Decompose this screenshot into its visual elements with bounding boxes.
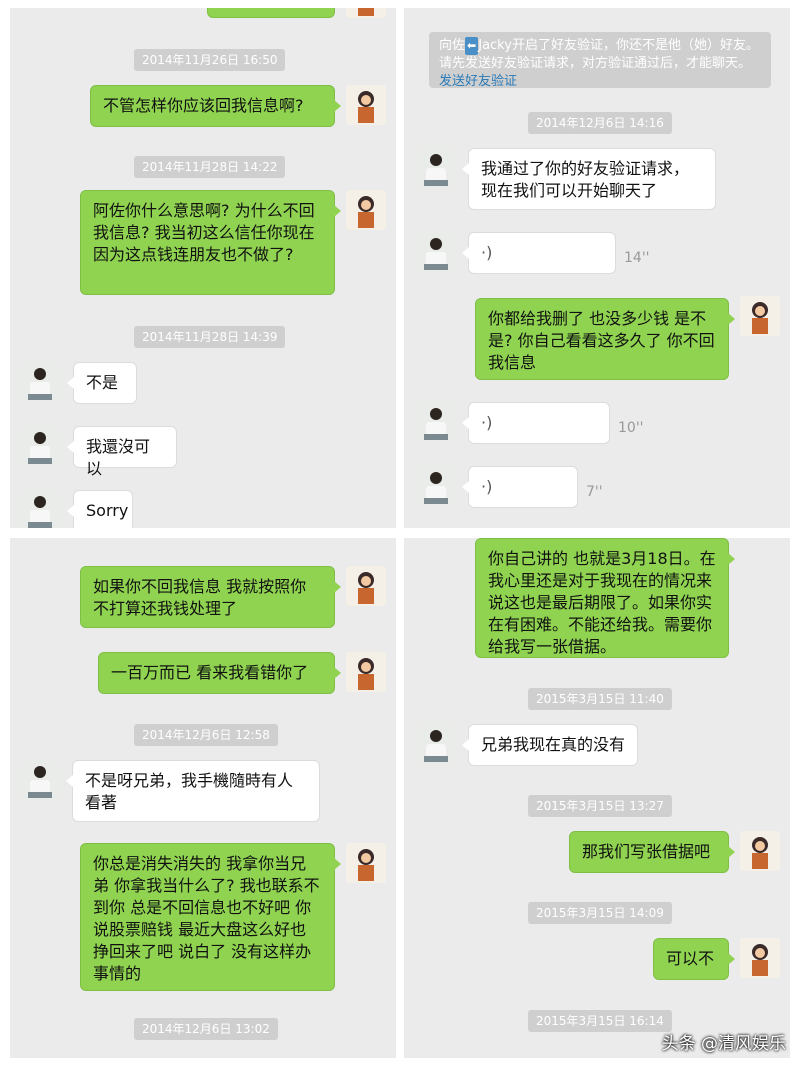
self-avatar[interactable]	[346, 85, 386, 125]
self-avatar[interactable]	[346, 652, 386, 692]
watermark: 头条 @清风娱乐	[661, 1034, 786, 1054]
self-avatar[interactable]	[346, 843, 386, 883]
self-avatar[interactable]	[346, 8, 386, 18]
sent-message[interactable]: 可以不	[653, 938, 735, 980]
contact-avatar[interactable]	[416, 466, 456, 506]
contact-avatar[interactable]	[20, 426, 60, 466]
sent-message[interactable]: 你总是消失消失的 我拿你当兄弟 你拿我当什么了? 我也联系不到你 总是不回信息也…	[80, 843, 341, 991]
timestamp: 2015年3月15日 14:09	[528, 902, 672, 924]
contact-avatar[interactable]	[20, 362, 60, 402]
timestamp: 2015年3月15日 16:14	[528, 1010, 672, 1032]
chat-panel-bottom-left: 如果你不回我信息 我就按照你不打算还我钱处理了 一百万而已 看来我看错你了 20…	[10, 538, 396, 1058]
chat-panel-top-right: 向佐 ⬅ Jacky开启了好友验证，你还不是他（她）好友。请先发送好友验证请求，对方…	[404, 8, 790, 528]
self-avatar[interactable]	[740, 938, 780, 978]
send-verification-link[interactable]: 发送好友验证	[439, 74, 517, 89]
sent-message[interactable]: 你都给我删了 也没多少钱 是不是? 你自己看看这多久了 你不回我信息	[475, 298, 735, 380]
voice-wave-icon: ·)	[481, 413, 493, 432]
self-avatar[interactable]	[740, 831, 780, 871]
received-message[interactable]: 我通过了你的好友验证请求，现在我们可以开始聊天了	[462, 148, 716, 210]
voice-message[interactable]: ·)	[462, 466, 578, 508]
self-avatar[interactable]	[346, 566, 386, 606]
voice-wave-icon: ·)	[481, 243, 493, 262]
received-message[interactable]: 我還沒可以	[67, 426, 177, 478]
voice-duration: 7''	[586, 484, 603, 500]
timestamp: 2014年11月28日 14:39	[134, 326, 286, 348]
notice-name: Jacky	[478, 38, 512, 53]
chat-panel-bottom-right: 你自己讲的 也就是3月18日。在我心里还是对于我现在的情况来说这也是最后期限了。…	[404, 538, 790, 1058]
sent-message[interactable]: 你自己讲的 也就是3月18日。在我心里还是对于我现在的情况来说这也是最后期限了。…	[475, 538, 735, 658]
sent-message[interactable]: 一百万而已 看来我看错你了	[98, 652, 341, 694]
contact-avatar[interactable]	[20, 760, 60, 800]
voice-message[interactable]: ·)	[462, 402, 610, 444]
timestamp: 2014年11月28日 14:22	[134, 156, 286, 178]
timestamp: 2014年12月6日 14:16	[528, 112, 672, 134]
timestamp: 2014年12月6日 13:02	[134, 1018, 278, 1040]
timestamp: 2014年12月6日 12:58	[134, 724, 278, 746]
contact-avatar[interactable]	[416, 232, 456, 272]
self-avatar[interactable]	[740, 296, 780, 336]
notice-pre: 向佐	[439, 38, 466, 53]
chat-panel-top-left: 2014年11月26日 16:50 不管怎样你应该回我信息啊? 2014年11月…	[10, 8, 396, 528]
voice-duration: 10''	[618, 420, 644, 436]
received-message[interactable]: 不是	[67, 362, 137, 404]
friend-verification-notice: 向佐 ⬅ Jacky开启了好友验证，你还不是他（她）好友。请先发送好友验证请求，对方…	[429, 32, 771, 89]
timestamp: 2015年3月15日 11:40	[528, 688, 672, 710]
received-message[interactable]: 兄弟我现在真的没有	[462, 724, 638, 766]
sent-message[interactable]: 不管怎样你应该回我信息啊?	[90, 85, 341, 127]
contact-avatar[interactable]	[416, 724, 456, 764]
contact-avatar[interactable]	[20, 490, 60, 528]
return-icon: ⬅	[465, 37, 479, 55]
contact-avatar[interactable]	[416, 402, 456, 442]
received-message[interactable]: 不是呀兄弟，我手機隨時有人看著	[66, 760, 320, 822]
self-avatar[interactable]	[346, 190, 386, 230]
contact-avatar[interactable]	[416, 148, 456, 188]
received-message[interactable]: Sorry	[67, 490, 133, 528]
sent-message[interactable]: 那我们写张借据吧	[569, 831, 735, 873]
timestamp: 2014年11月26日 16:50	[134, 49, 286, 71]
timestamp: 2015年3月15日 13:27	[528, 795, 672, 817]
voice-wave-icon: ·)	[481, 477, 493, 496]
sent-message[interactable]: 如果你不回我信息 我就按照你不打算还我钱处理了	[80, 566, 341, 628]
voice-duration: 14''	[624, 250, 650, 266]
sent-message[interactable]	[207, 8, 335, 18]
voice-message[interactable]: ·)	[462, 232, 616, 274]
sent-message[interactable]: 阿佐你什么意思啊? 为什么不回我信息? 我当初这么信任你现在因为这点钱连朋友也不…	[80, 190, 341, 295]
